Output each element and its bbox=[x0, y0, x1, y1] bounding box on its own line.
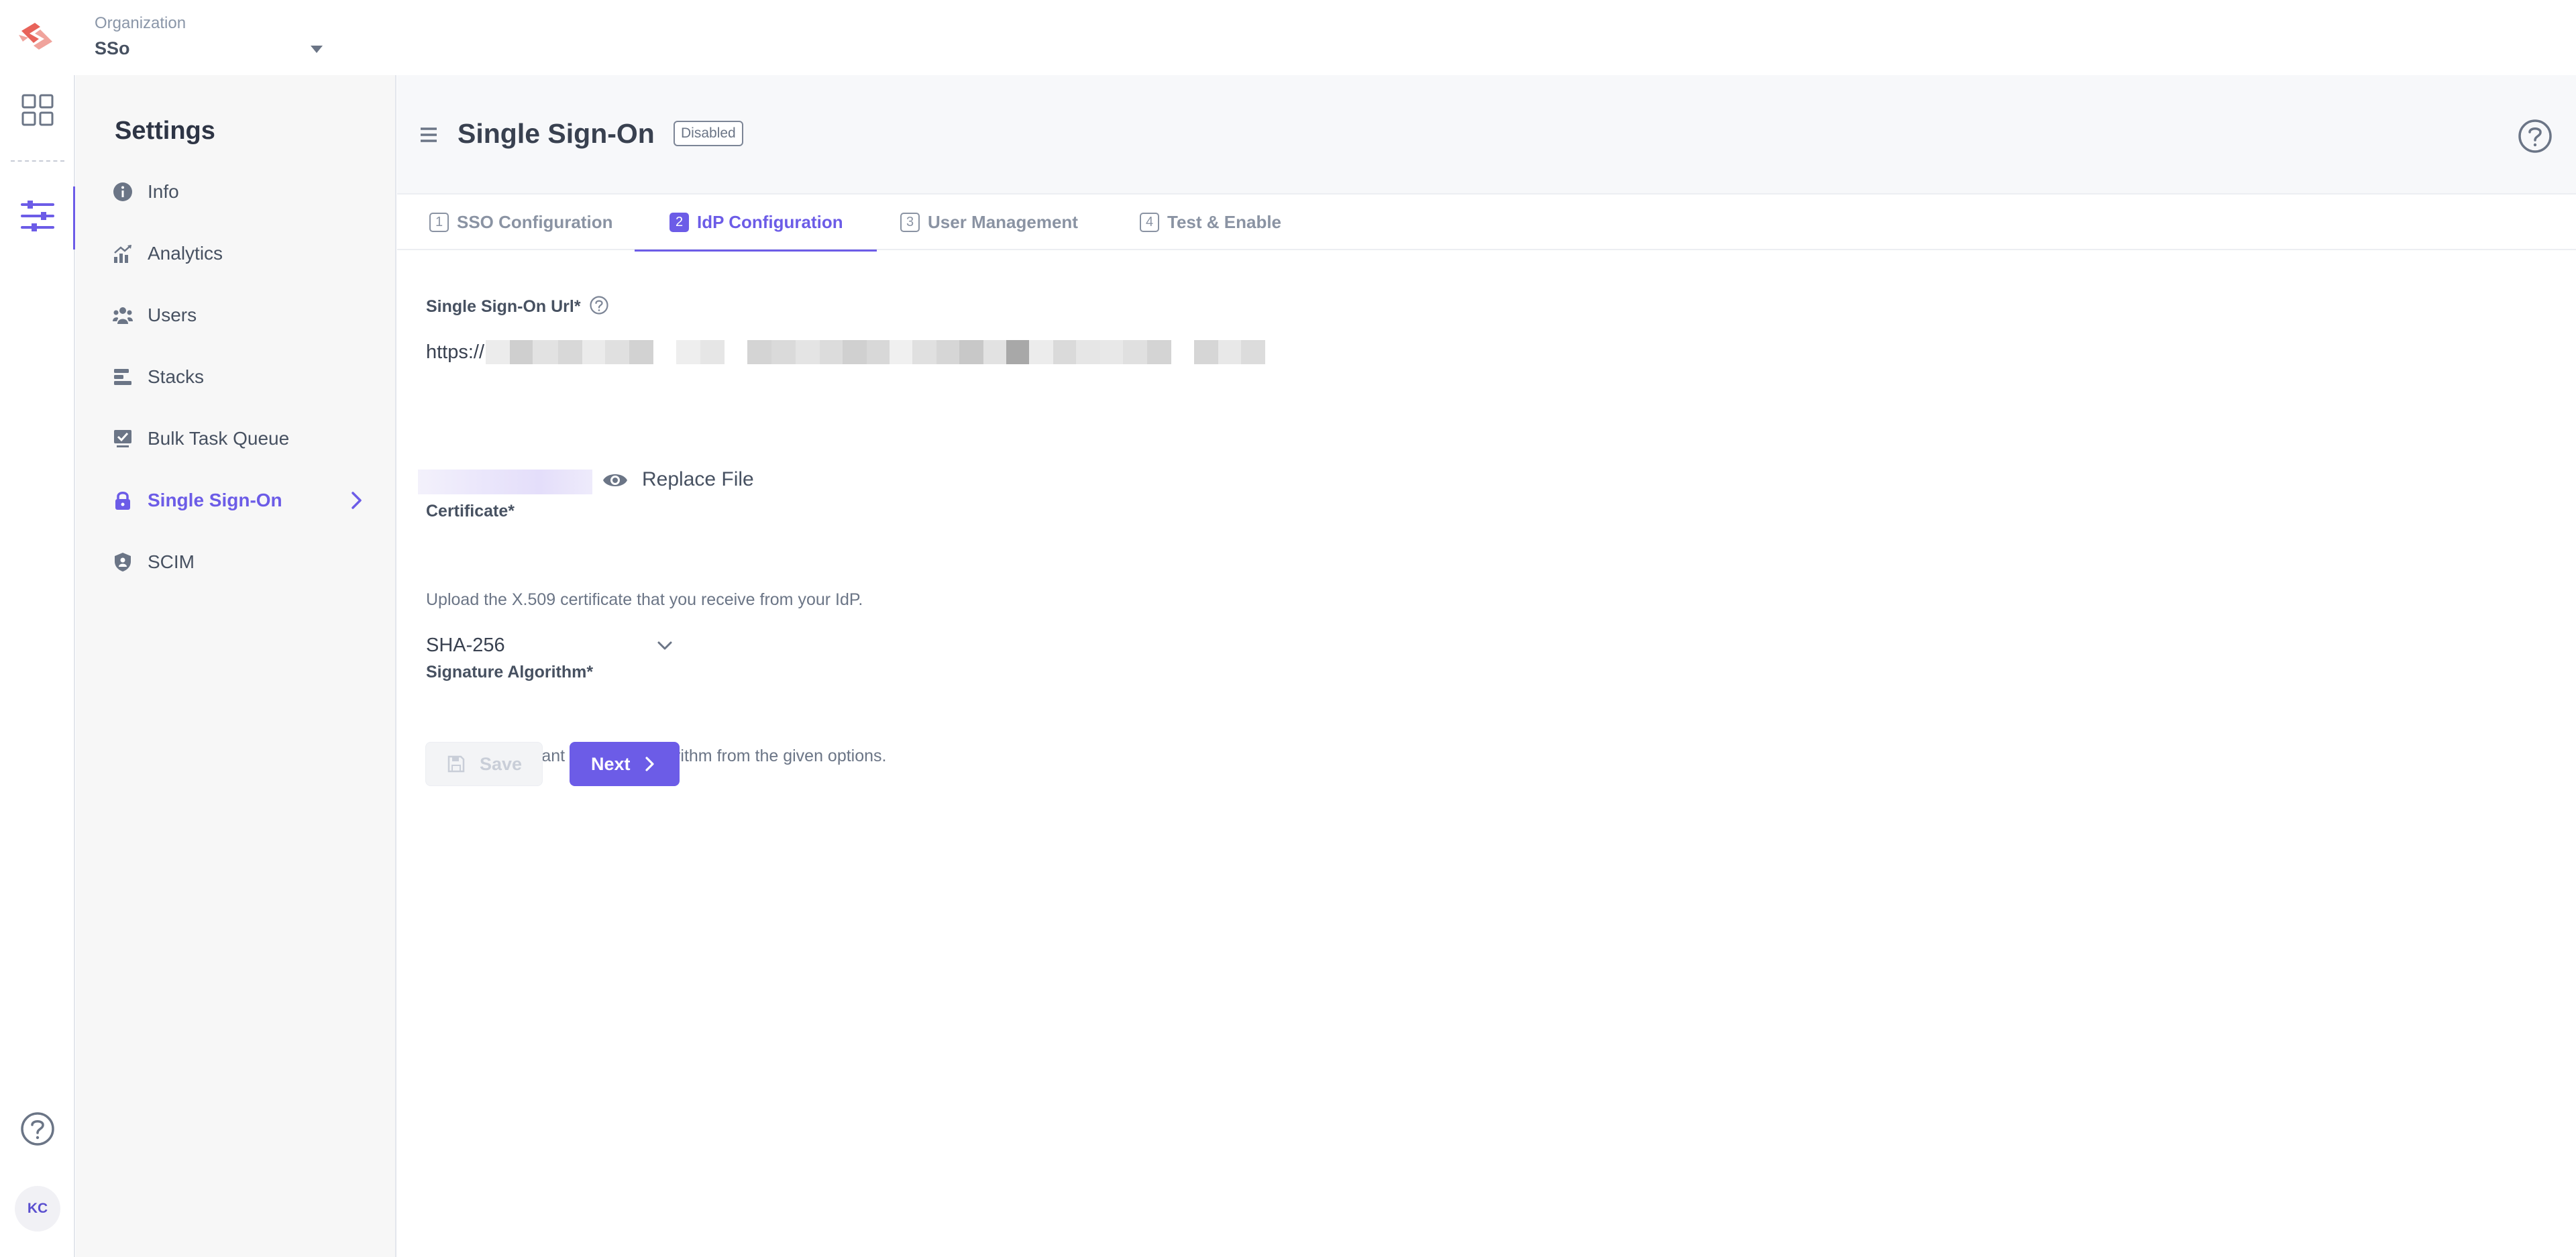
sidebar-item-single-sign-on[interactable]: Single Sign-On bbox=[112, 479, 367, 522]
chevron-right-icon bbox=[345, 490, 367, 511]
left-rail: KC bbox=[0, 75, 75, 1257]
save-button[interactable]: Save bbox=[425, 742, 543, 786]
task-queue-icon bbox=[112, 428, 133, 449]
tab-label: Test & Enable bbox=[1167, 212, 1282, 232]
chevron-right-icon bbox=[640, 755, 659, 773]
organization-selector[interactable]: Organization SSo bbox=[95, 13, 323, 64]
certificate-label: Certificate* bbox=[426, 502, 515, 521]
sidebar-item-label: Analytics bbox=[148, 243, 223, 264]
tab-idp-configuration[interactable]: 2 IdP Configuration bbox=[635, 195, 877, 252]
tab-number: 1 bbox=[429, 213, 449, 232]
rail-divider bbox=[11, 160, 64, 162]
caret-down-icon bbox=[311, 46, 323, 53]
sidebar-item-label: Info bbox=[148, 181, 179, 202]
tab-test-and-enable[interactable]: 4 Test & Enable bbox=[1140, 195, 1281, 250]
help-icon[interactable] bbox=[589, 295, 609, 315]
main-content: Single Sign-On Disabled 1 SSO Configurat… bbox=[397, 75, 2576, 1257]
stacks-icon bbox=[112, 366, 133, 388]
app-logo-icon[interactable] bbox=[16, 17, 58, 55]
tab-sso-configuration[interactable]: 1 SSO Configuration bbox=[429, 195, 613, 250]
page-title: Single Sign-On bbox=[458, 118, 655, 149]
sidebar-item-label: Users bbox=[148, 305, 197, 325]
lock-icon bbox=[112, 490, 133, 511]
tab-label: User Management bbox=[928, 212, 1078, 232]
save-icon bbox=[447, 755, 465, 773]
sidebar-item-users[interactable]: Users bbox=[112, 294, 367, 337]
info-icon bbox=[112, 181, 133, 203]
status-badge: Disabled bbox=[674, 121, 743, 146]
sidebar-item-stacks[interactable]: Stacks bbox=[112, 356, 367, 398]
sidebar-item-label: Stacks bbox=[148, 366, 205, 387]
organization-label: Organization bbox=[95, 14, 186, 32]
sidebar-item-info[interactable]: Info bbox=[112, 170, 367, 213]
sidebar-item-label: Bulk Task Queue bbox=[148, 428, 290, 449]
question-circle-icon[interactable] bbox=[19, 1110, 56, 1148]
signature-algorithm-select[interactable]: SHA-256 bbox=[426, 624, 674, 667]
hamburger-menu-icon[interactable] bbox=[419, 125, 439, 145]
sidebar-item-label: Single Sign-On bbox=[148, 490, 282, 510]
tab-number: 2 bbox=[669, 213, 689, 232]
grid-icon[interactable] bbox=[19, 91, 56, 129]
eye-icon[interactable] bbox=[602, 468, 629, 492]
page-header: Single Sign-On Disabled bbox=[397, 75, 2576, 195]
step-tabs: 1 SSO Configuration 2 IdP Configuration … bbox=[397, 195, 2576, 252]
redacted-url-mask bbox=[486, 340, 1266, 364]
select-value: SHA-256 bbox=[426, 634, 505, 656]
analytics-icon bbox=[112, 243, 133, 264]
sidebar-item-scim[interactable]: SCIM bbox=[112, 541, 367, 584]
sso-url-prefix: https:// bbox=[426, 341, 485, 363]
rail-active-indicator bbox=[73, 186, 75, 250]
organization-value: SSo bbox=[95, 38, 130, 58]
save-label: Save bbox=[480, 753, 523, 774]
settings-sidebar: Settings Info Analytics Users Stacks Bul… bbox=[76, 75, 396, 1257]
users-icon bbox=[112, 305, 133, 326]
top-bar: Organization SSo bbox=[0, 0, 2576, 75]
sidebar-item-label: SCIM bbox=[148, 551, 195, 572]
tab-number: 3 bbox=[900, 213, 920, 232]
sliders-icon[interactable] bbox=[19, 197, 56, 235]
sso-url-label: Single Sign-On Url* bbox=[426, 297, 581, 316]
sso-url-value[interactable]: https:// bbox=[426, 339, 1266, 366]
settings-title: Settings bbox=[115, 117, 215, 145]
tab-user-management[interactable]: 3 User Management bbox=[900, 195, 1078, 250]
sidebar-item-bulk-task-queue[interactable]: Bulk Task Queue bbox=[112, 417, 367, 460]
shield-user-icon bbox=[112, 551, 133, 573]
tab-number: 4 bbox=[1140, 213, 1159, 232]
avatar[interactable]: KC bbox=[15, 1186, 60, 1232]
replace-file-link[interactable]: Replace File bbox=[642, 468, 754, 491]
certificate-file-preview bbox=[418, 470, 592, 494]
chevron-down-icon bbox=[655, 636, 674, 655]
certificate-hint: Upload the X.509 certificate that you re… bbox=[426, 590, 863, 609]
tab-label: SSO Configuration bbox=[457, 212, 613, 232]
sidebar-item-analytics[interactable]: Analytics bbox=[112, 232, 367, 275]
next-button[interactable]: Next bbox=[570, 742, 680, 786]
tab-label: IdP Configuration bbox=[697, 212, 843, 232]
next-label: Next bbox=[591, 753, 631, 774]
help-icon[interactable] bbox=[2517, 118, 2553, 154]
